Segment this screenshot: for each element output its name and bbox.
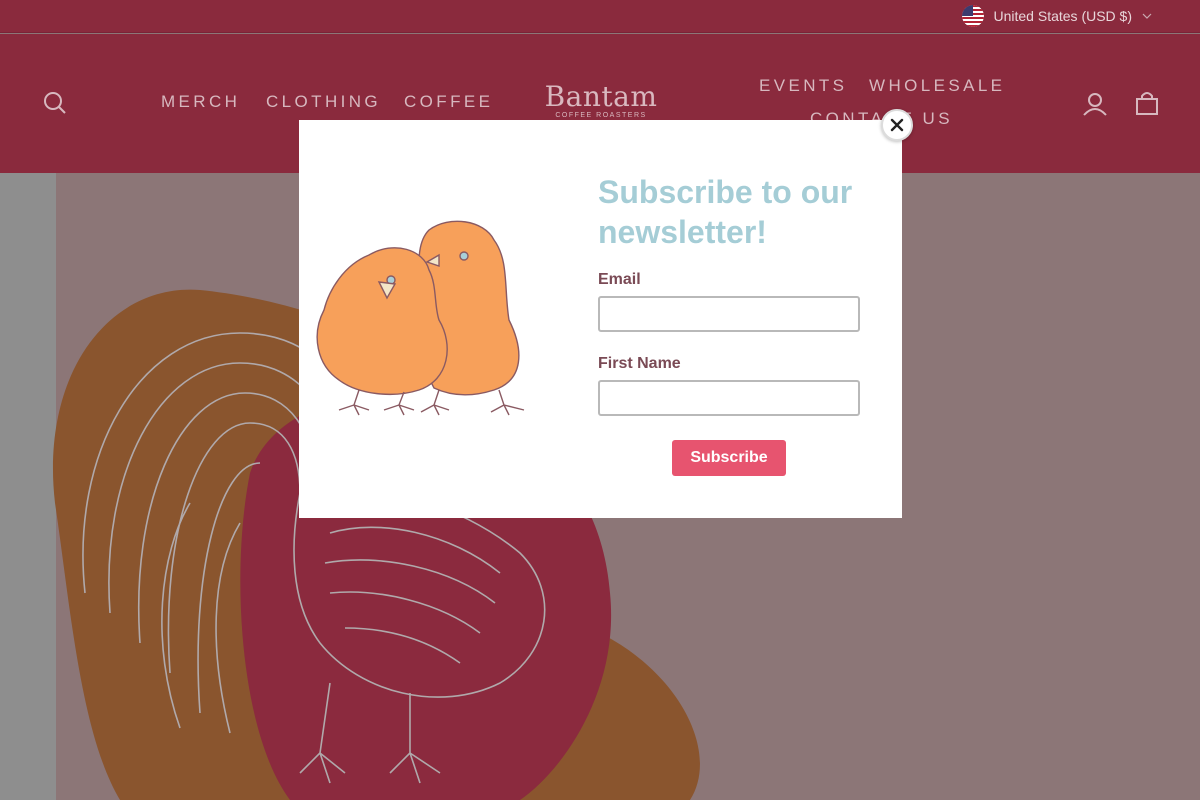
newsletter-modal: Subscribe to our newsletter! Email First… [299, 120, 902, 518]
chicks-illustration [316, 220, 525, 416]
first-name-field[interactable] [598, 380, 860, 416]
newsletter-title: Subscribe to our newsletter! [598, 174, 853, 250]
subscribe-button[interactable]: Subscribe [672, 440, 786, 476]
close-icon [890, 118, 904, 132]
email-label: Email [598, 271, 641, 288]
close-button[interactable] [881, 109, 913, 141]
email-field[interactable] [598, 296, 860, 332]
page: United States (USD $) MERCH CLOTHING COF… [0, 0, 1200, 800]
first-name-label: First Name [598, 355, 681, 372]
